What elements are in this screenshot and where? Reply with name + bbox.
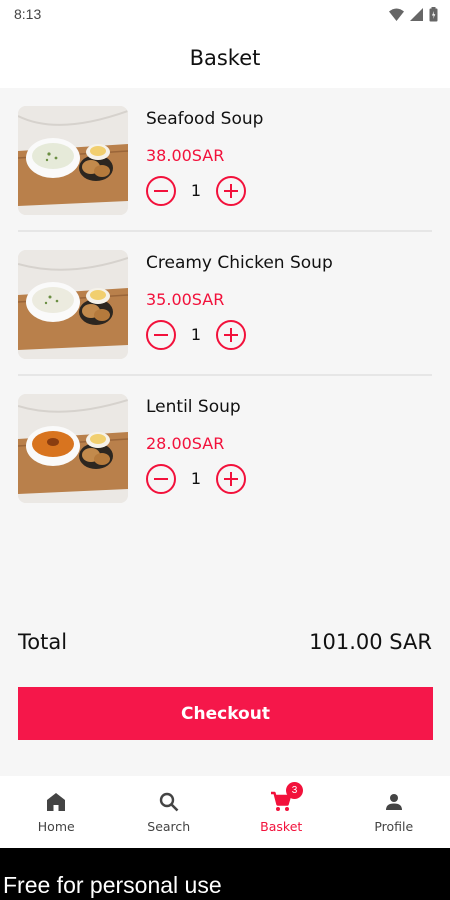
- person-icon: [382, 790, 406, 814]
- nav-item-home[interactable]: Home: [0, 776, 113, 848]
- bottom-nav: Home Search 3 Basket Profile: [0, 776, 450, 848]
- watermark-bar: Free for personal use: [0, 848, 450, 900]
- creamy-chicken-soup-image: [18, 250, 128, 359]
- item-price: 38.00SAR: [146, 146, 225, 165]
- increase-quantity-button[interactable]: [216, 464, 246, 494]
- nav-item-profile[interactable]: Profile: [338, 776, 450, 848]
- basket-item: Lentil Soup 28.00SAR 1: [0, 376, 450, 520]
- nav-item-search[interactable]: Search: [113, 776, 226, 848]
- seafood-soup-image: [18, 106, 128, 215]
- page-title: Basket: [189, 46, 261, 70]
- quantity-stepper: 1: [146, 176, 246, 206]
- decrease-quantity-button[interactable]: [146, 464, 176, 494]
- nav-label: Profile: [374, 819, 414, 834]
- minus-icon: [154, 189, 168, 192]
- nav-label: Basket: [260, 819, 303, 834]
- item-name: Lentil Soup: [146, 397, 241, 417]
- status-icons: [389, 6, 438, 22]
- status-bar: 8:13: [0, 0, 450, 30]
- nav-label: Home: [37, 819, 75, 834]
- cart-icon: 3: [269, 782, 303, 814]
- quantity-value: 1: [190, 469, 202, 488]
- basket-list: Seafood Soup 38.00SAR 1 Creamy Chicken S…: [0, 88, 450, 520]
- minus-icon: [154, 333, 168, 336]
- basket-item: Creamy Chicken Soup 35.00SAR 1: [0, 232, 450, 376]
- quantity-value: 1: [190, 181, 202, 200]
- basket-item: Seafood Soup 38.00SAR 1: [0, 88, 450, 232]
- quantity-stepper: 1: [146, 464, 246, 494]
- increase-quantity-button[interactable]: [216, 176, 246, 206]
- search-icon: [157, 790, 181, 814]
- item-price: 28.00SAR: [146, 434, 225, 453]
- checkout-button[interactable]: Checkout: [18, 687, 433, 740]
- status-time: 8:13: [14, 6, 42, 22]
- decrease-quantity-button[interactable]: [146, 176, 176, 206]
- nav-label: Search: [147, 819, 191, 834]
- item-name: Seafood Soup: [146, 109, 264, 129]
- lentil-soup-image: [18, 394, 128, 503]
- watermark-text: Free for personal use: [3, 872, 222, 898]
- app-bar: Basket: [0, 30, 450, 88]
- nav-item-basket[interactable]: 3 Basket: [225, 776, 338, 848]
- item-price: 35.00SAR: [146, 290, 225, 309]
- total-row: Total 101.00 SAR: [18, 630, 432, 660]
- cart-badge: 3: [286, 782, 303, 799]
- quantity-value: 1: [190, 325, 202, 344]
- decrease-quantity-button[interactable]: [146, 320, 176, 350]
- minus-icon: [154, 477, 168, 480]
- home-icon: [44, 790, 68, 814]
- total-value: 101.00 SAR: [309, 630, 432, 654]
- increase-quantity-button[interactable]: [216, 320, 246, 350]
- item-name: Creamy Chicken Soup: [146, 253, 333, 273]
- wifi-icon: [389, 8, 404, 21]
- quantity-stepper: 1: [146, 320, 246, 350]
- total-label: Total: [18, 630, 68, 654]
- signal-icon: [410, 7, 423, 21]
- battery-icon: [429, 6, 438, 21]
